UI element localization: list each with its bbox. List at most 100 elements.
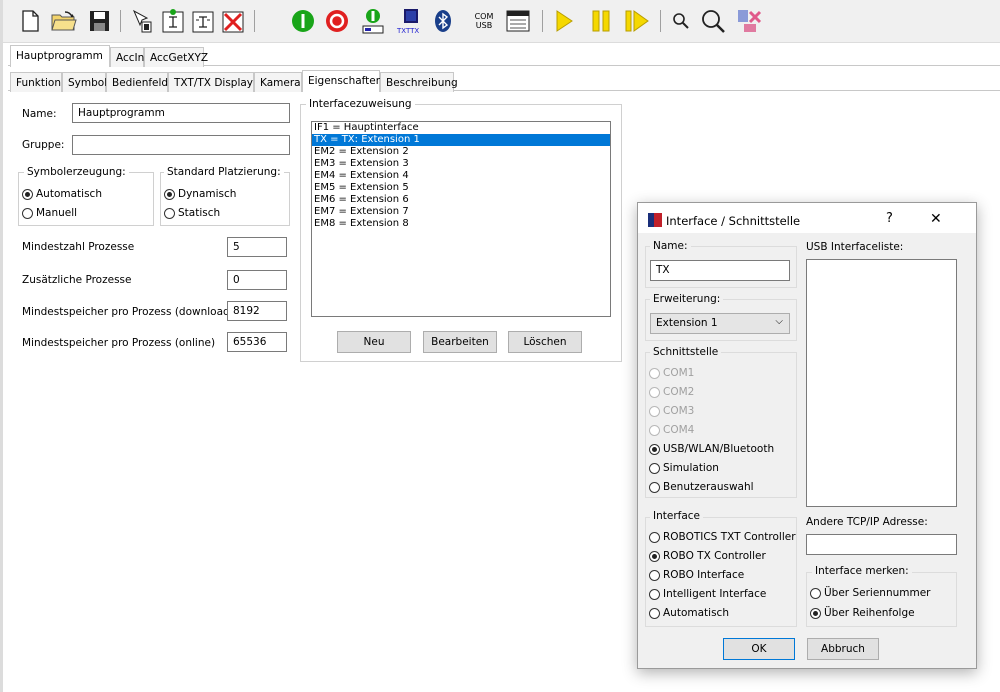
loeschen-button[interactable]: Löschen: [508, 331, 582, 353]
cursor-icon[interactable]: [128, 7, 156, 35]
mindestzahl-prozesse-input[interactable]: 5: [227, 237, 287, 257]
radio-label: ROBO TX Controller: [663, 550, 766, 562]
radio-label: Über Reihenfolge: [824, 607, 915, 619]
zoom-small-icon[interactable]: [670, 7, 692, 35]
debug-icon[interactable]: [736, 7, 764, 35]
tab-txt-tx-display[interactable]: TXT/TX Display: [168, 72, 254, 92]
new-file-icon[interactable]: [18, 7, 42, 35]
radio-label: COM2: [663, 386, 695, 398]
radio-dot: [649, 462, 660, 474]
radio-dot: [649, 367, 660, 379]
field-label: Mindestzahl Prozesse: [22, 241, 135, 253]
bearbeiten-button[interactable]: Bearbeiten: [423, 331, 497, 353]
tab-kamera[interactable]: Kamera: [254, 72, 302, 92]
radio-dot: [649, 405, 660, 417]
radio-label: USB/WLAN/Bluetooth: [663, 443, 775, 455]
neu-button[interactable]: Neu: [337, 331, 411, 353]
play-icon[interactable]: [552, 7, 576, 35]
list-item[interactable]: TX = TX: Extension 1: [312, 134, 610, 146]
list-item[interactable]: EM2 = Extension 2: [312, 146, 610, 158]
tab-funktion[interactable]: Funktion: [10, 72, 62, 92]
radio-robotics-txt[interactable]: ROBOTICS TXT Controller: [649, 531, 796, 543]
speicher-online-input[interactable]: 65536: [227, 332, 287, 352]
radio-label: COM1: [663, 367, 695, 379]
radio-robo-interface[interactable]: ROBO Interface: [649, 569, 744, 581]
radio-com3[interactable]: COM3: [649, 405, 694, 417]
gruppe-input[interactable]: [72, 135, 290, 155]
radio-com1[interactable]: COM1: [649, 367, 694, 379]
download-txt-icon[interactable]: TXTTX: [396, 7, 426, 35]
field-label: Mindestspeicher pro Prozess (online): [22, 337, 216, 349]
radio-label: Manuell: [36, 207, 78, 219]
online-ctrl-icon[interactable]: [360, 7, 386, 35]
pause-icon[interactable]: [590, 7, 612, 35]
close-icon[interactable]: ✕: [930, 211, 942, 227]
radio-seriennummer[interactable]: Über Seriennummer: [810, 587, 930, 599]
com-usb-icon[interactable]: COM USB: [470, 7, 498, 35]
open-folder-icon[interactable]: [50, 7, 78, 35]
save-disk-icon[interactable]: [86, 7, 112, 35]
radio-intelligent-interface[interactable]: Intelligent Interface: [649, 588, 766, 600]
delete-x-icon[interactable]: [220, 7, 246, 35]
zoom-large-icon[interactable]: [700, 7, 728, 35]
radio-statisch[interactable]: Statisch: [164, 207, 220, 219]
ok-button[interactable]: OK: [723, 638, 795, 660]
radio-label: Intelligent Interface: [663, 588, 767, 600]
radio-com2[interactable]: COM2: [649, 386, 694, 398]
bluetooth-icon[interactable]: [432, 7, 454, 35]
radio-dot: [649, 531, 660, 543]
radio-com4[interactable]: COM4: [649, 424, 694, 436]
list-item[interactable]: EM7 = Extension 7: [312, 206, 610, 218]
interface-assignment-list[interactable]: IF1 = Hauptinterface TX = TX: Extension …: [311, 121, 611, 317]
usb-interface-list[interactable]: [806, 259, 957, 507]
extension-select[interactable]: Extension 1 ⌵: [650, 313, 790, 334]
radio-dynamisch[interactable]: Dynamisch: [164, 188, 236, 200]
tab-symbol[interactable]: Symbol: [62, 72, 107, 92]
radio-automatisch-interface[interactable]: Automatisch: [649, 607, 729, 619]
radio-label: Benutzerauswahl: [663, 481, 754, 493]
list-item[interactable]: EM3 = Extension 3: [312, 158, 610, 170]
speicher-download-input[interactable]: 8192: [227, 301, 287, 321]
abbruch-button[interactable]: Abbruch: [807, 638, 879, 660]
list-item[interactable]: EM5 = Extension 5: [312, 182, 610, 194]
app-logo-icon: [648, 213, 662, 227]
radio-reihenfolge[interactable]: Über Reihenfolge: [810, 607, 915, 619]
name-input[interactable]: Hauptprogramm: [72, 103, 290, 123]
window-icon[interactable]: [504, 7, 532, 35]
radio-benutzerauswahl[interactable]: Benutzerauswahl: [649, 481, 754, 493]
extension-value: Extension 1: [656, 317, 718, 329]
step-icon[interactable]: [624, 7, 650, 35]
radio-dot: [164, 188, 175, 200]
dialog-name-input[interactable]: TX: [650, 260, 790, 281]
zusaetzliche-prozesse-input[interactable]: 0: [227, 270, 287, 290]
radio-robo-tx[interactable]: ROBO TX Controller: [649, 550, 766, 562]
radio-automatisch[interactable]: Automatisch: [22, 188, 102, 200]
radio-label: COM4: [663, 424, 695, 436]
radio-dot: [649, 481, 660, 493]
tab-hauptprogramm[interactable]: Hauptprogramm: [10, 45, 110, 67]
tab-accinit[interactable]: AccInit: [110, 47, 151, 67]
start-green-icon[interactable]: [290, 7, 316, 35]
radio-usb-wlan-bluetooth[interactable]: USB/WLAN/Bluetooth: [649, 443, 774, 455]
tcp-input[interactable]: [806, 534, 957, 555]
sub-program-icon[interactable]: [160, 7, 186, 35]
list-item[interactable]: EM8 = Extension 8: [312, 218, 610, 230]
tab-bedienfeld[interactable]: Bedienfeld: [106, 72, 168, 92]
tab-beschreibung[interactable]: Beschreibung: [380, 72, 458, 92]
radio-simulation[interactable]: Simulation: [649, 462, 719, 474]
radio-label: Über Seriennummer: [824, 587, 931, 599]
interface-assignment-title: Interfacezuweisung: [306, 98, 415, 110]
tab-accgetxyz[interactable]: AccGetXYZ: [144, 47, 208, 67]
radio-manuell[interactable]: Manuell: [22, 207, 77, 219]
tab-eigenschaften[interactable]: Eigenschaften: [302, 70, 382, 92]
program-module-icon[interactable]: [190, 7, 216, 35]
symbol-group-title: Symbolerzeugung:: [24, 166, 129, 178]
radio-dot: [649, 588, 660, 600]
help-button[interactable]: ?: [886, 211, 893, 226]
list-item[interactable]: EM4 = Extension 4: [312, 170, 610, 182]
stop-red-icon[interactable]: [324, 7, 350, 35]
list-item[interactable]: EM6 = Extension 6: [312, 194, 610, 206]
interface-group-title: Interface: [650, 510, 704, 522]
list-item[interactable]: IF1 = Hauptinterface: [312, 122, 610, 134]
radio-dot: [810, 607, 821, 619]
